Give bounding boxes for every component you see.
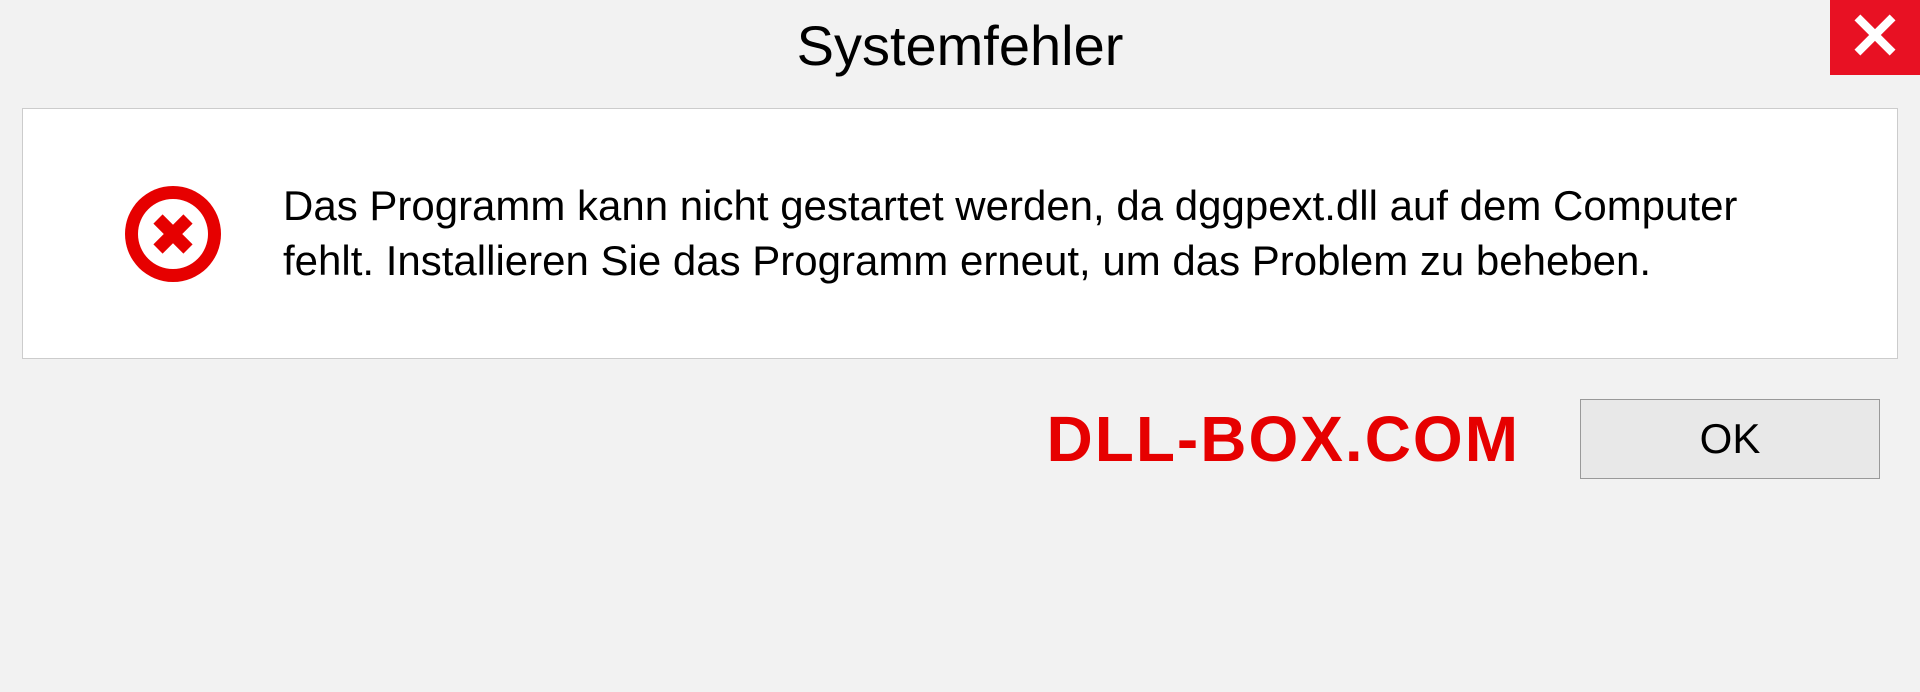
title-bar: Systemfehler (0, 0, 1920, 90)
error-icon (123, 184, 223, 284)
message-panel: Das Programm kann nicht gestartet werden… (22, 108, 1898, 359)
close-icon (1853, 13, 1897, 62)
dialog-title: Systemfehler (797, 13, 1124, 78)
close-button[interactable] (1830, 0, 1920, 75)
dialog-footer: DLL-BOX.COM OK (0, 359, 1920, 479)
ok-button[interactable]: OK (1580, 399, 1880, 479)
watermark-text: DLL-BOX.COM (1047, 402, 1521, 476)
dialog-message: Das Programm kann nicht gestartet werden… (283, 179, 1837, 288)
ok-button-label: OK (1700, 415, 1761, 463)
